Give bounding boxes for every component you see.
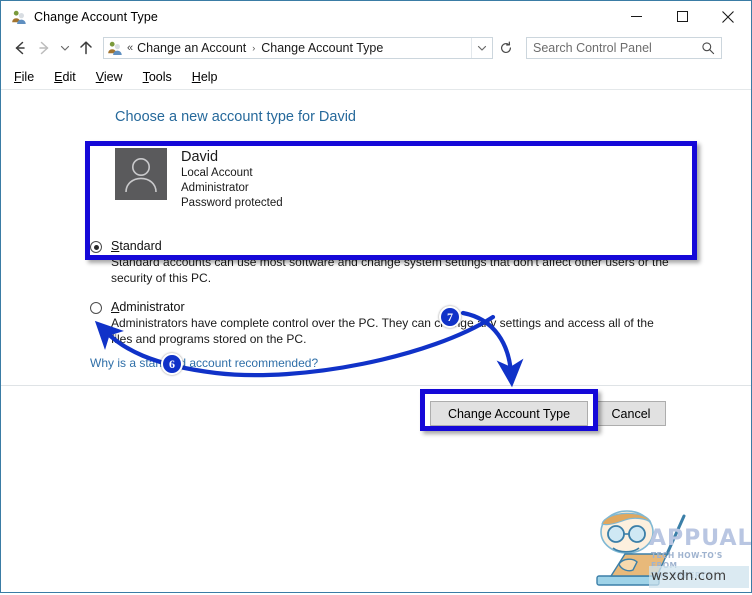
users-icon [11, 9, 27, 25]
menu-item-file[interactable]: File [4, 65, 44, 89]
navigation-bar: « Change an Account › Change Account Typ… [1, 32, 751, 64]
back-button[interactable] [8, 35, 32, 61]
watermark: APPUALS TECH HOW-TO'S FROM THE EXPERTS w… [589, 508, 752, 590]
breadcrumb-separator-icon: › [252, 43, 256, 53]
change-account-type-window: Change Account Type « Change an Account … [0, 0, 752, 593]
maximize-button[interactable] [659, 1, 705, 32]
radio-group-highlight-box [85, 141, 697, 260]
menu-bar: File Edit View Tools Help [1, 65, 751, 90]
minimize-button[interactable] [613, 1, 659, 32]
watermark-url: wsxdn.com [651, 569, 727, 584]
administrator-radio-label[interactable]: Administrator [111, 300, 690, 315]
address-dropdown-chevron-down-icon[interactable] [471, 38, 492, 58]
search-input[interactable]: Search Control Panel [533, 41, 652, 55]
forward-button[interactable] [32, 35, 56, 61]
window-title-bar: Change Account Type [1, 1, 751, 32]
callout-badge-7: 7 [439, 306, 461, 328]
search-icon[interactable] [701, 41, 715, 55]
window-title: Change Account Type [34, 9, 158, 24]
breadcrumb-item-change-account-type[interactable]: Change Account Type [261, 41, 383, 55]
users-icon [107, 40, 123, 56]
change-button-highlight-box [420, 389, 598, 431]
recent-locations-chevron-down-icon[interactable] [56, 35, 73, 61]
menu-item-edit[interactable]: Edit [44, 65, 86, 89]
menu-item-help[interactable]: Help [182, 65, 228, 89]
callout-badge-6: 6 [161, 353, 183, 375]
administrator-radio[interactable] [90, 302, 102, 314]
dialog-button-row: Change Account Type Cancel [1, 394, 751, 434]
standard-account-help-link[interactable]: Why is a standard account recommended? [90, 356, 318, 370]
menu-item-tools[interactable]: Tools [133, 65, 182, 89]
menu-item-view[interactable]: View [86, 65, 133, 89]
watermark-brand: APPUALS [649, 526, 752, 551]
up-button[interactable] [74, 35, 98, 61]
window-controls [613, 1, 751, 32]
page-title: Choose a new account type for David [115, 109, 356, 125]
administrator-radio-row[interactable]: Administrator Administrators have comple… [90, 300, 690, 347]
address-bar[interactable]: « Change an Account › Change Account Typ… [103, 37, 493, 59]
address-prefix: « [127, 42, 134, 54]
cancel-button[interactable]: Cancel [596, 401, 666, 426]
search-box[interactable]: Search Control Panel [526, 37, 722, 59]
content-divider [1, 385, 751, 386]
breadcrumb-item-change-an-account[interactable]: Change an Account [137, 41, 246, 55]
refresh-button[interactable] [495, 37, 517, 59]
administrator-description: Administrators have complete control ove… [111, 316, 654, 346]
radio-spacer [90, 286, 690, 300]
close-button[interactable] [705, 1, 751, 32]
